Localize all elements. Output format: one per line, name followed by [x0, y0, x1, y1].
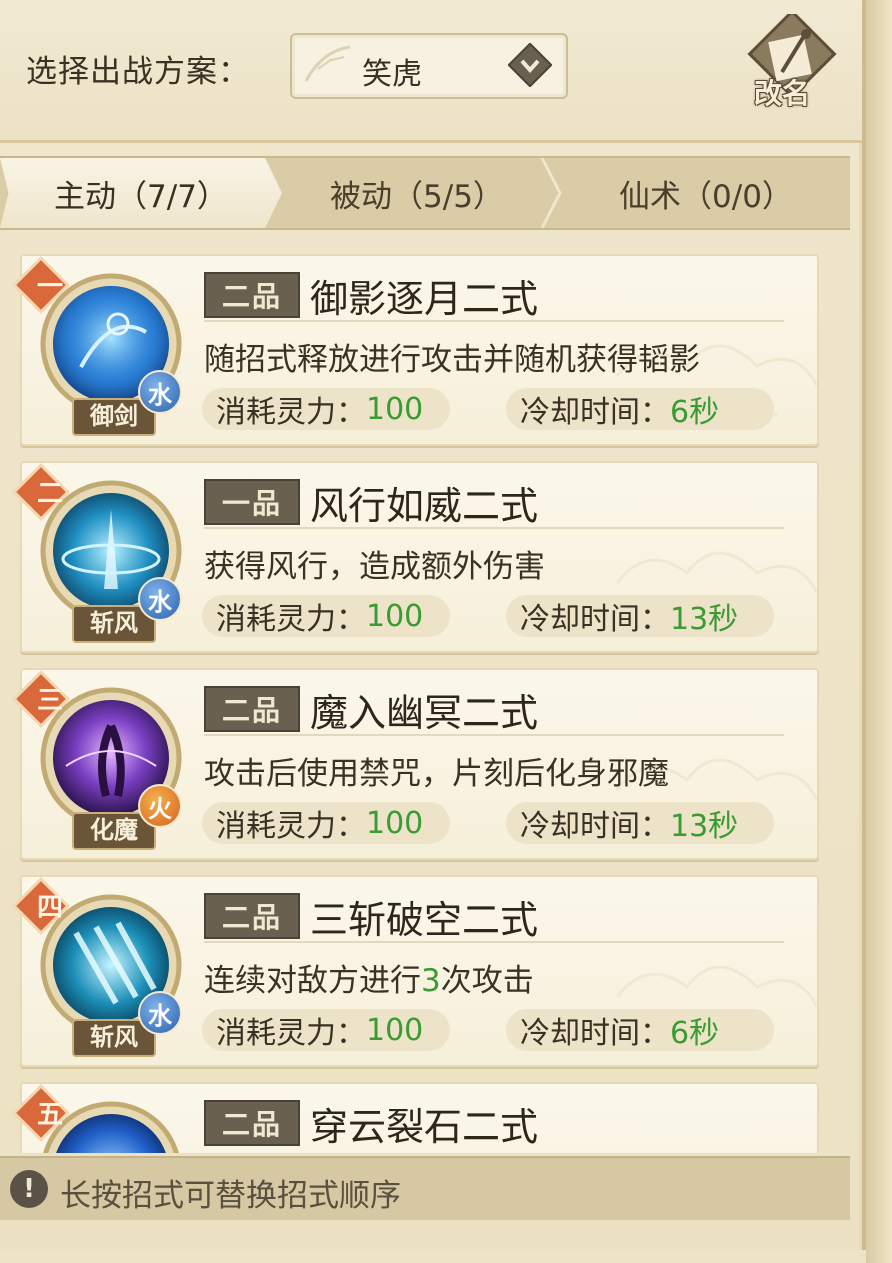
element-badge: 水 — [138, 577, 182, 621]
cooldown-value: 6秒 — [670, 395, 720, 430]
cooldown-label: 冷却时间： — [520, 395, 670, 430]
cost-pill: 消耗灵力： 100 — [202, 388, 450, 430]
skill-card[interactable]: 御剑 水 一 二品 御影逐月二式 随招式释放进行攻击并随机获得韬影 消耗灵力： 1… — [12, 254, 819, 446]
tip-bar: ! 长按招式可替换招式顺序 — [0, 1156, 850, 1220]
divider — [204, 941, 784, 943]
tab-divider-icon — [540, 158, 562, 228]
scheme-label: 选择出战方案： — [26, 54, 250, 90]
panel-edge — [866, 0, 892, 1263]
element-badge: 火 — [138, 784, 182, 828]
desc-part: 连续对敌方进行 — [204, 963, 421, 999]
rank-number: 五 — [36, 1100, 63, 1130]
skill-tabs: 主动（7/7） 被动（5/5） 仙术（0/0） — [0, 156, 850, 230]
tab-active[interactable]: 主动（7/7） — [0, 158, 282, 228]
grade-label: 二品 — [204, 893, 300, 939]
skill-name: 风行如威二式 — [310, 484, 539, 528]
desc-part: 次攻击 — [440, 963, 534, 999]
cost-value: 100 — [366, 598, 424, 634]
info-icon: ! — [10, 1170, 48, 1208]
skill-card[interactable]: 斩风 水 二 一品 风行如威二式 获得风行，造成额外伤害 消耗灵力： 100 冷却… — [12, 461, 819, 653]
skill-description: 获得风行，造成额外伤害 — [204, 549, 545, 585]
skill-name: 御影逐月二式 — [310, 277, 539, 321]
cost-pill: 消耗灵力： 100 — [202, 1009, 450, 1051]
cooldown-value: 6秒 — [670, 1016, 720, 1051]
divider — [204, 527, 784, 529]
grade-label: 二品 — [204, 272, 300, 318]
divider — [204, 320, 784, 322]
rank-number: 四 — [36, 893, 63, 923]
rank-number: 一 — [36, 272, 63, 302]
cost-value: 100 — [366, 805, 424, 841]
bamboo-decoration-icon — [304, 45, 351, 82]
cooldown-value: 13秒 — [670, 809, 739, 844]
tab-passive[interactable]: 被动（5/5） — [282, 158, 552, 228]
skill-name: 三斩破空二式 — [310, 898, 539, 942]
cost-value: 100 — [366, 1012, 424, 1048]
skill-name: 魔入幽冥二式 — [310, 691, 539, 735]
grade-label: 一品 — [204, 479, 300, 525]
dropdown-arrow-icon — [508, 43, 552, 87]
desc-highlight: 3 — [421, 963, 441, 999]
element-badge: 水 — [138, 991, 182, 1035]
cost-label: 消耗灵力： — [216, 809, 366, 844]
tab-spell[interactable]: 仙术（0/0） — [562, 158, 850, 228]
skill-card[interactable]: 化魔 火 三 二品 魔入幽冥二式 攻击后使用禁咒，片刻后化身邪魔 消耗灵力： 10… — [12, 668, 819, 860]
cooldown-pill: 冷却时间： 13秒 — [506, 802, 774, 844]
skill-description: 攻击后使用禁咒，片刻后化身邪魔 — [204, 756, 669, 792]
scheme-header: 选择出战方案： 笑虎 改名 — [0, 0, 862, 143]
cost-label: 消耗灵力： — [216, 602, 366, 637]
rename-label: 改名 — [754, 77, 811, 110]
skill-card[interactable]: 五 二品 穿云裂石二式 — [12, 1082, 819, 1153]
grade-label: 二品 — [204, 1100, 300, 1146]
rank-number: 三 — [36, 686, 63, 716]
cost-value: 100 — [366, 391, 424, 427]
cooldown-label: 冷却时间： — [520, 1016, 670, 1051]
tip-text: 长按招式可替换招式顺序 — [60, 1178, 401, 1214]
rank-number: 二 — [36, 479, 63, 509]
cost-pill: 消耗灵力： 100 — [202, 595, 450, 637]
cooldown-pill: 冷却时间： 13秒 — [506, 595, 774, 637]
cost-label: 消耗灵力： — [216, 395, 366, 430]
cost-label: 消耗灵力： — [216, 1016, 366, 1051]
element-badge: 水 — [138, 370, 182, 414]
cooldown-pill: 冷却时间： 6秒 — [506, 1009, 774, 1051]
scheme-dropdown[interactable]: 笑虎 — [290, 33, 568, 99]
cooldown-label: 冷却时间： — [520, 809, 670, 844]
cooldown-value: 13秒 — [670, 602, 739, 637]
skill-panel: 选择出战方案： 笑虎 改名 主动（7/7） 被动（5/5） 仙术（0/0） 御剑… — [0, 0, 866, 1250]
cost-pill: 消耗灵力： 100 — [202, 802, 450, 844]
scheme-value: 笑虎 — [362, 57, 422, 92]
skill-list[interactable]: 御剑 水 一 二品 御影逐月二式 随招式释放进行攻击并随机获得韬影 消耗灵力： 1… — [0, 248, 850, 1153]
cooldown-pill: 冷却时间： 6秒 — [506, 388, 774, 430]
skill-description: 随招式释放进行攻击并随机获得韬影 — [204, 342, 700, 378]
cooldown-label: 冷却时间： — [520, 602, 670, 637]
skill-name: 穿云裂石二式 — [310, 1105, 539, 1149]
skill-card[interactable]: 斩风 水 四 二品 三斩破空二式 连续对敌方进行3次攻击 消耗灵力： 100 冷却… — [12, 875, 819, 1067]
divider — [204, 734, 784, 736]
grade-label: 二品 — [204, 686, 300, 732]
skill-description: 连续对敌方进行3次攻击 — [204, 955, 534, 1000]
